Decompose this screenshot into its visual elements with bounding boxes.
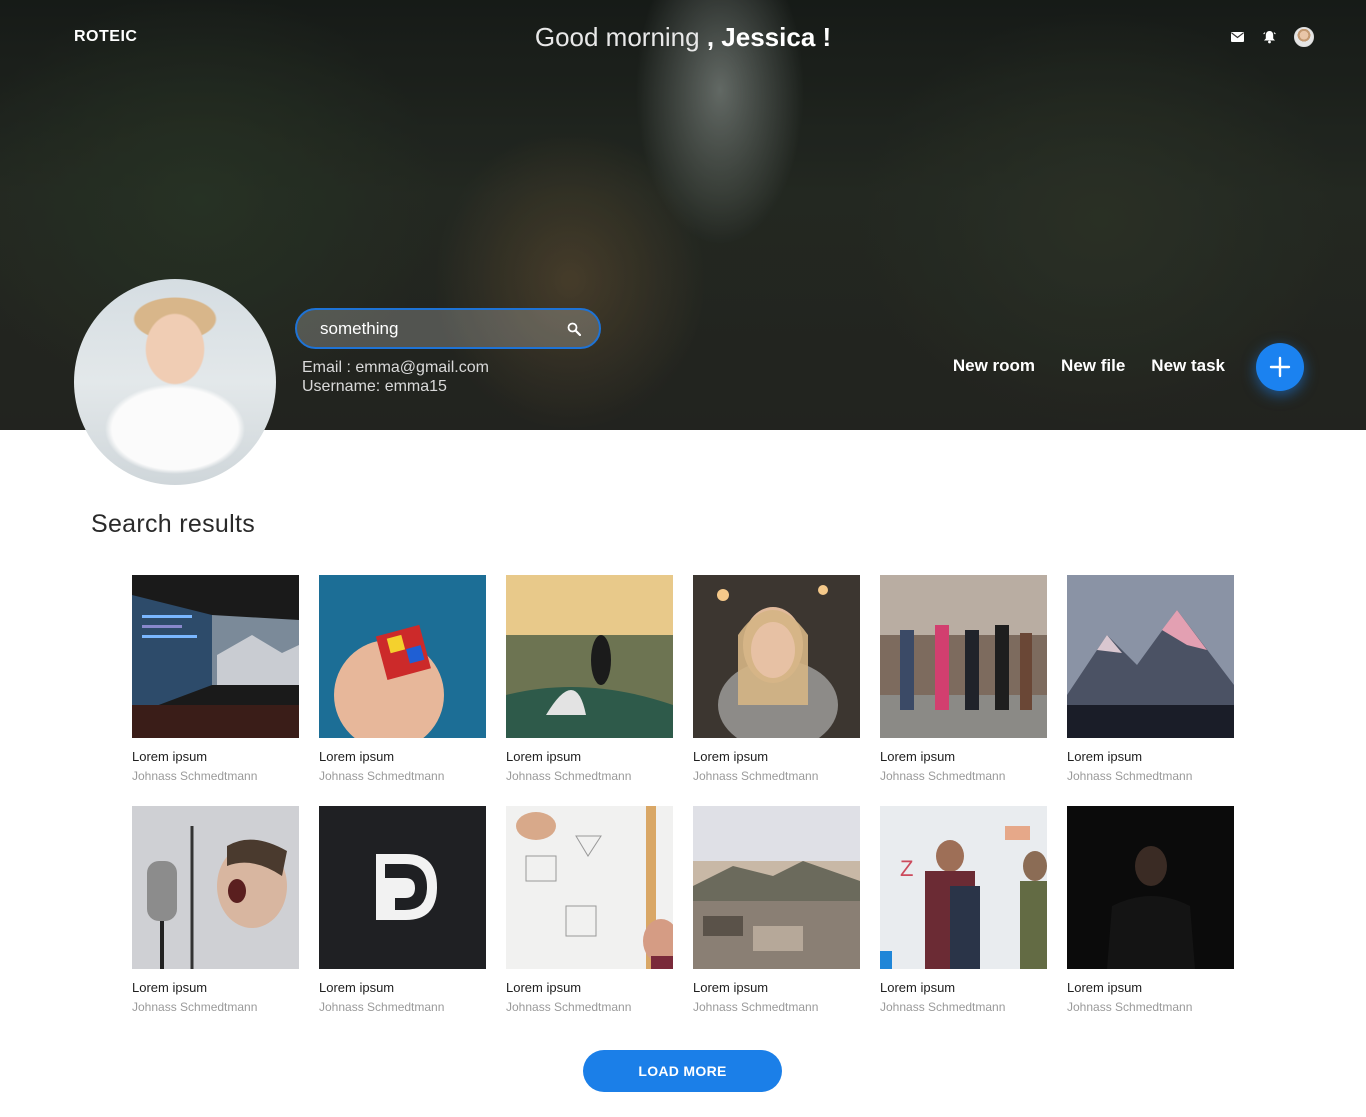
username-text: Username: emma15 <box>302 378 447 395</box>
card-title: Lorem ipsum <box>1067 749 1143 764</box>
card-title: Lorem ipsum <box>880 980 956 995</box>
search-input[interactable] <box>320 318 560 339</box>
greeting-name: , Jessica ! <box>706 22 832 52</box>
thumbnail-image <box>1067 575 1234 738</box>
card-title: Lorem ipsum <box>1067 980 1143 995</box>
card-author: Johnass Schmedtmann <box>132 1000 258 1014</box>
card-title: Lorem ipsum <box>132 749 208 764</box>
bell-icon[interactable] <box>1262 30 1276 44</box>
email-text: Email : emma@gmail.com <box>302 359 489 376</box>
mail-icon[interactable] <box>1230 30 1244 44</box>
section-title: Search results <box>91 510 255 538</box>
greeting: Good morning , Jessica ! <box>0 22 1366 53</box>
card-title: Lorem ipsum <box>880 749 956 764</box>
card-author: Johnass Schmedtmann <box>880 1000 1006 1014</box>
thumbnail-image <box>132 575 299 738</box>
result-card[interactable]: Lorem ipsum Johnass Schmedtmann <box>506 575 673 786</box>
result-card[interactable]: Lorem ipsum Johnass Schmedtmann <box>693 806 860 1017</box>
thumbnail-image <box>1067 806 1234 969</box>
thumbnail-image <box>506 575 673 738</box>
card-title: Lorem ipsum <box>693 980 769 995</box>
thumbnail-image: Z <box>880 806 1047 969</box>
search-icon[interactable] <box>567 322 582 337</box>
user-avatar[interactable] <box>1294 27 1314 47</box>
card-author: Johnass Schmedtmann <box>319 1000 445 1014</box>
thumbnail-image <box>319 806 486 969</box>
card-author: Johnass Schmedtmann <box>1067 1000 1193 1014</box>
card-author: Johnass Schmedtmann <box>132 769 258 783</box>
new-file-link[interactable]: New file <box>1061 356 1125 376</box>
thumbnail-image <box>880 575 1047 738</box>
thumbnail-image <box>319 575 486 738</box>
card-title: Lorem ipsum <box>506 980 582 995</box>
result-card[interactable]: Lorem ipsum Johnass Schmedtmann <box>319 806 486 1017</box>
result-card[interactable]: Lorem ipsum Johnass Schmedtmann <box>132 575 299 786</box>
card-title: Lorem ipsum <box>319 980 395 995</box>
card-title: Lorem ipsum <box>132 980 208 995</box>
result-card[interactable]: Z Lorem ipsum Johnass Schmedtmann <box>880 806 1047 1017</box>
result-card[interactable]: Lorem ipsum Johnass Schmedtmann <box>1067 575 1234 786</box>
profile-avatar <box>74 279 276 485</box>
thumbnail-image <box>693 575 860 738</box>
card-author: Johnass Schmedtmann <box>693 1000 819 1014</box>
quick-actions: New room New file New task <box>953 356 1225 376</box>
card-title: Lorem ipsum <box>319 749 395 764</box>
result-card[interactable]: Lorem ipsum Johnass Schmedtmann <box>132 806 299 1017</box>
thumbnail-image <box>693 806 860 969</box>
card-title: Lorem ipsum <box>506 749 582 764</box>
result-card[interactable]: Lorem ipsum Johnass Schmedtmann <box>506 806 673 1017</box>
user-info: Email : emma@gmail.com Username: emma15 <box>302 358 489 396</box>
card-title: Lorem ipsum <box>693 749 769 764</box>
card-author: Johnass Schmedtmann <box>880 769 1006 783</box>
card-author: Johnass Schmedtmann <box>1067 769 1193 783</box>
result-card[interactable]: Lorem ipsum Johnass Schmedtmann <box>319 575 486 786</box>
result-card[interactable]: Lorem ipsum Johnass Schmedtmann <box>1067 806 1234 1017</box>
new-task-link[interactable]: New task <box>1151 356 1225 376</box>
thumbnail-image <box>132 806 299 969</box>
load-more-button[interactable]: LOAD MORE <box>583 1050 782 1092</box>
result-card[interactable]: Lorem ipsum Johnass Schmedtmann <box>880 575 1047 786</box>
new-room-link[interactable]: New room <box>953 356 1035 376</box>
card-author: Johnass Schmedtmann <box>319 769 445 783</box>
plus-icon <box>1269 356 1291 378</box>
card-author: Johnass Schmedtmann <box>693 769 819 783</box>
result-card[interactable]: Lorem ipsum Johnass Schmedtmann <box>693 575 860 786</box>
greeting-prefix: Good morning <box>534 22 700 52</box>
header-icons <box>1230 27 1314 47</box>
card-author: Johnass Schmedtmann <box>506 769 632 783</box>
results-grid: Lorem ipsum Johnass Schmedtmann Lorem ip… <box>132 575 1234 1017</box>
svg-text:Z: Z <box>900 856 913 881</box>
card-author: Johnass Schmedtmann <box>506 1000 632 1014</box>
thumbnail-image <box>506 806 673 969</box>
search-field[interactable] <box>295 308 601 349</box>
add-button[interactable] <box>1256 343 1304 391</box>
